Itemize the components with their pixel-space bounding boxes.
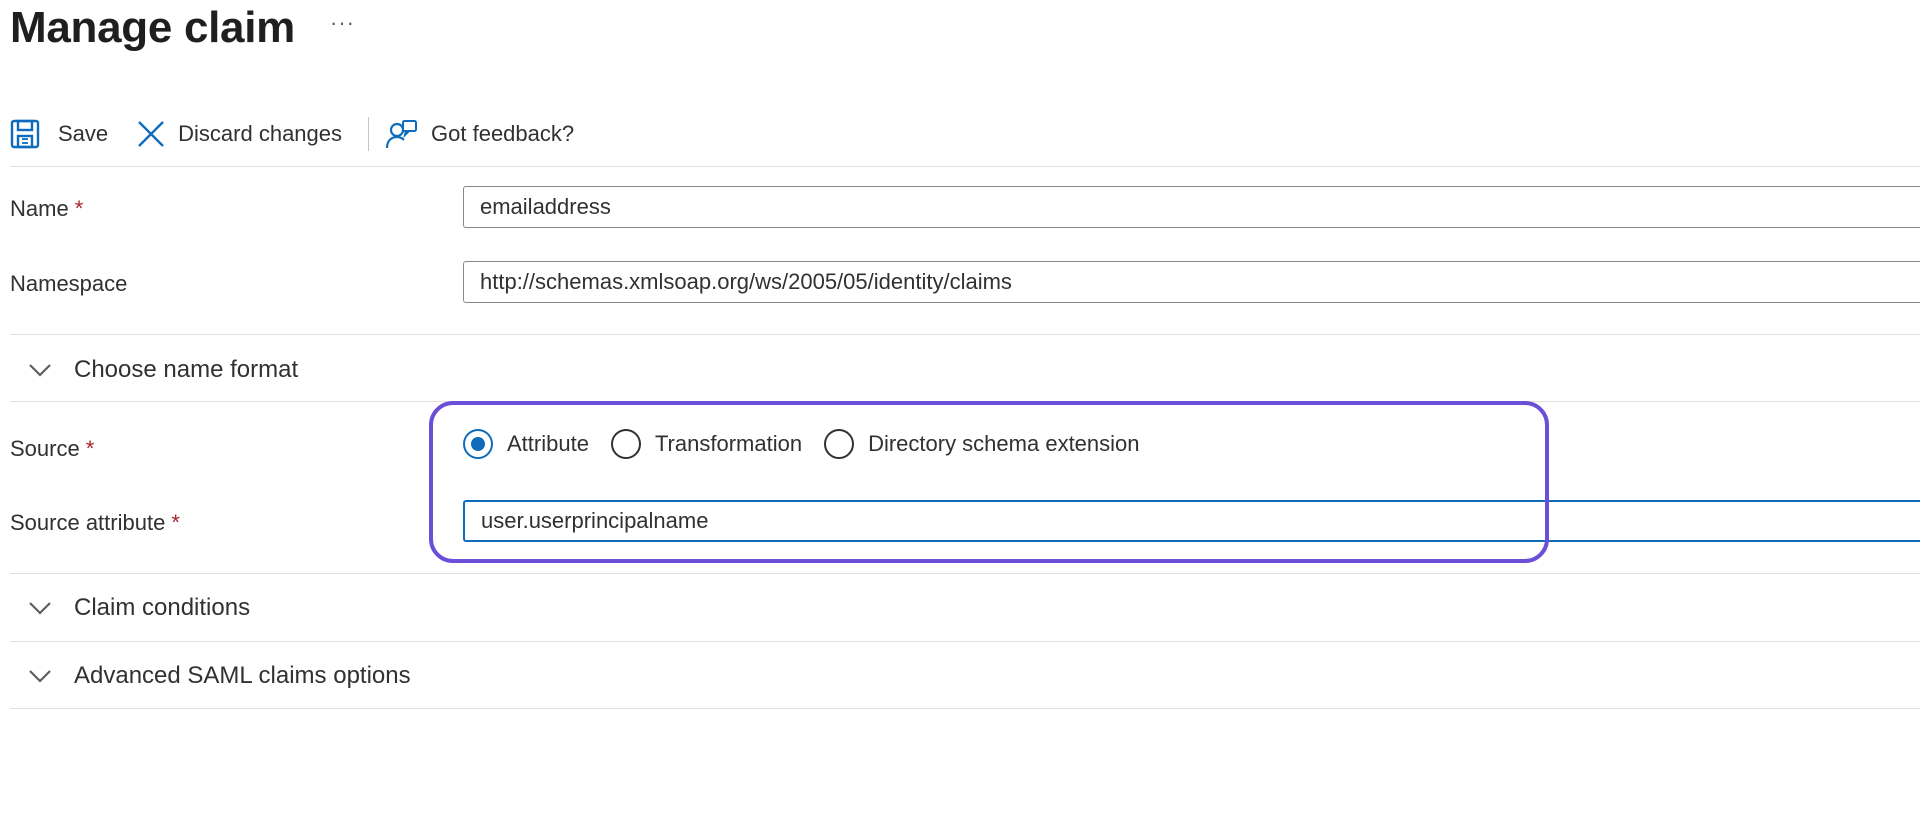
- claim-conditions-label: Claim conditions: [74, 594, 251, 621]
- required-marker: *: [85, 436, 95, 461]
- save-icon: [10, 119, 40, 149]
- source-label: Source *: [10, 436, 94, 462]
- advanced-saml-options-expander[interactable]: Advanced SAML claims options: [28, 656, 411, 696]
- source-attribute-input[interactable]: user.userprincipalname: [463, 500, 1920, 542]
- more-options-button[interactable]: ···: [330, 10, 355, 36]
- command-toolbar: Save Discard changes Got feedback?: [10, 110, 574, 158]
- save-button-label: Save: [58, 121, 109, 146]
- chevron-down-icon: [29, 364, 51, 377]
- name-label: Name *: [10, 196, 83, 222]
- choose-name-format-expander[interactable]: Choose name format: [28, 350, 298, 390]
- divider: [10, 708, 1920, 709]
- chevron-down-icon: [29, 670, 51, 683]
- chevron-down-icon: [29, 602, 51, 615]
- source-attribute-label-text: Source attribute: [10, 510, 166, 535]
- required-marker: *: [74, 196, 84, 221]
- radio-indicator: [824, 429, 855, 459]
- divider: [10, 641, 1920, 642]
- feedback-label: Got feedback?: [431, 121, 575, 146]
- namespace-input-value: http://schemas.xmlsoap.org/ws/2005/05/id…: [480, 269, 1012, 294]
- page-title: Manage claim: [10, 3, 295, 52]
- radio-label: Directory schema extension: [868, 431, 1140, 456]
- divider: [10, 334, 1920, 335]
- claim-conditions-expander[interactable]: Claim conditions: [28, 588, 250, 628]
- source-radio-directory-schema-extension[interactable]: Directory schema extension: [824, 429, 1140, 459]
- feedback-icon: [385, 118, 418, 150]
- source-radio-attribute[interactable]: Attribute: [463, 429, 589, 459]
- discard-changes-label: Discard changes: [178, 121, 343, 146]
- namespace-label: Namespace: [10, 271, 128, 296]
- source-radio-transformation[interactable]: Transformation: [610, 429, 803, 459]
- feedback-button[interactable]: Got feedback?: [385, 110, 574, 158]
- source-radio-group: Attribute Transformation Directory schem…: [463, 424, 1162, 464]
- choose-name-format-label: Choose name format: [74, 356, 299, 383]
- required-marker: *: [171, 510, 180, 535]
- source-attribute-input-value: user.userprincipalname: [481, 508, 709, 533]
- advanced-saml-options-label: Advanced SAML claims options: [74, 662, 411, 689]
- source-label-text: Source: [10, 436, 80, 461]
- toolbar-divider-line: [10, 166, 1920, 167]
- source-attribute-label: Source attribute *: [10, 510, 180, 536]
- radio-label: Attribute: [507, 431, 589, 456]
- radio-indicator: [610, 429, 641, 459]
- name-input[interactable]: emailaddress: [463, 186, 1920, 228]
- toolbar-divider: [368, 117, 370, 151]
- save-button[interactable]: Save: [10, 110, 108, 158]
- radio-label: Transformation: [654, 431, 803, 456]
- divider: [10, 573, 1920, 574]
- radio-checked-indicator: [463, 429, 493, 459]
- name-input-value: emailaddress: [480, 194, 611, 219]
- name-label-text: Name: [10, 196, 69, 221]
- namespace-input[interactable]: http://schemas.xmlsoap.org/ws/2005/05/id…: [463, 261, 1920, 303]
- close-icon: [136, 119, 166, 149]
- discard-changes-button[interactable]: Discard changes: [136, 110, 342, 158]
- manage-claim-page: Manage claim ··· Save Discard changes Go…: [0, 0, 1920, 839]
- divider: [10, 401, 1920, 402]
